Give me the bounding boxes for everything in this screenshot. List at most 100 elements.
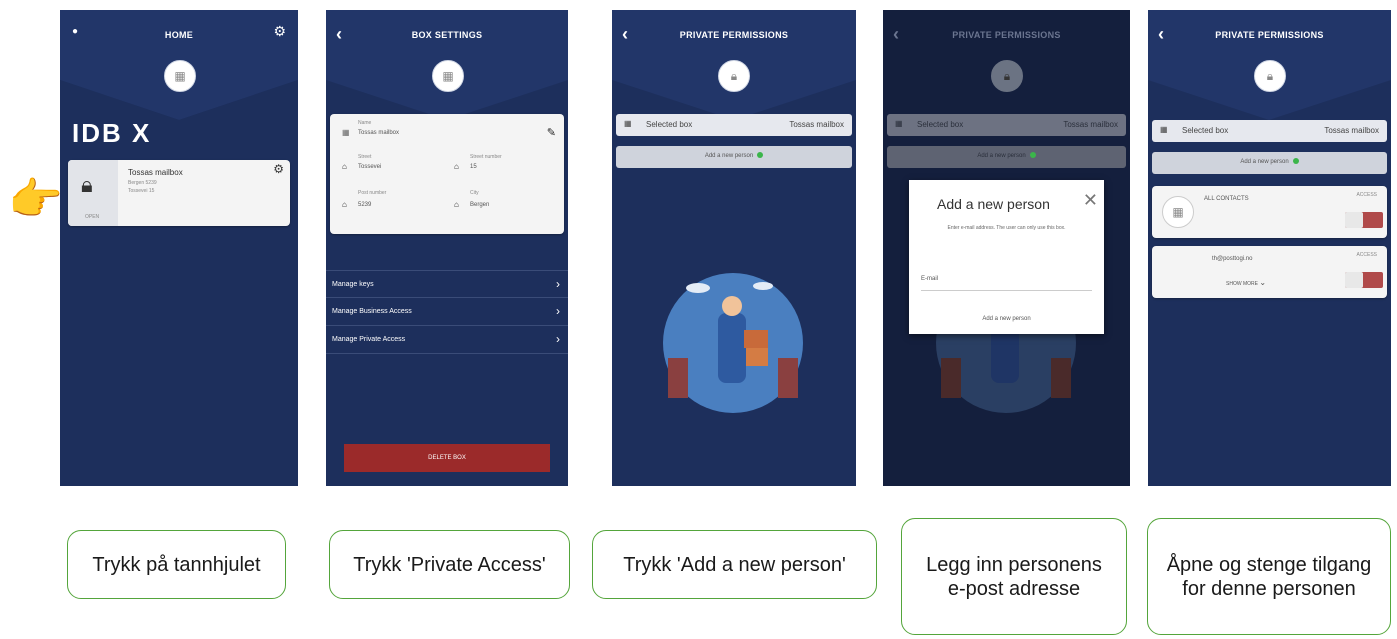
person-email: th@posttogi.no: [1212, 256, 1253, 262]
add-new-person-label: Add a new person: [977, 153, 1026, 159]
home-icon: ⌂: [342, 200, 347, 209]
chevron-right-icon: ›: [556, 304, 560, 318]
page-title: BOX SETTINGS: [411, 30, 483, 40]
menu-label: Manage Business Access: [332, 308, 412, 315]
selected-box-value: Tossas mailbox: [789, 120, 844, 129]
add-icon: [757, 152, 764, 159]
chevron-right-icon: ›: [556, 332, 560, 346]
menu-label: Manage Private Access: [332, 336, 406, 343]
street-number-value[interactable]: 15: [470, 164, 477, 170]
access-label: ACCESS: [1356, 192, 1377, 198]
show-more-button[interactable]: SHOW MORE ⌄: [1226, 278, 1266, 287]
screen-box-settings: ‹ BOX SETTINGS ▦ Name ▦ Tossas mailbox ✎…: [326, 10, 568, 486]
access-toggle[interactable]: [1345, 272, 1383, 288]
menu-label: Manage keys: [332, 281, 374, 288]
home-icon: ⌂: [454, 200, 459, 209]
contacts-icon: ▦: [1162, 196, 1194, 228]
screen-permissions-list: ‹ PRIVATE PERMISSIONS 🔒︎ ▦ Selected box …: [1148, 10, 1391, 486]
edit-icon[interactable]: ✎: [547, 126, 556, 139]
mailbox-name: Tossas mailbox: [128, 168, 183, 177]
box-icon-small: ▦: [624, 119, 632, 128]
top-bar: ‹ PRIVATE PERMISSIONS: [883, 10, 1130, 60]
caption-step-1: Trykk på tannhjulet: [67, 530, 286, 599]
modal-text: Enter e-mail address. The user can only …: [947, 225, 1066, 231]
email-field[interactable]: E-mail: [921, 276, 938, 282]
street-number-label: Street number: [470, 154, 502, 160]
top-bar: ‹ BOX SETTINGS: [326, 10, 568, 60]
gear-icon[interactable]: ⚙: [273, 23, 286, 40]
city-label: City: [470, 190, 479, 196]
lock-status: OPEN: [85, 214, 100, 220]
add-new-person-button[interactable]: Add a new person: [616, 146, 852, 168]
home-icon: ⌂: [454, 162, 459, 171]
delete-box-button[interactable]: DELETE BOX: [344, 444, 550, 472]
lock-panel[interactable]: 🔒︎ OPEN: [68, 160, 118, 226]
selected-box-row: ▦ Selected box Tossas mailbox: [887, 114, 1126, 136]
selected-box-row[interactable]: ▦ Selected box Tossas mailbox: [1152, 120, 1387, 142]
caption-step-2: Trykk 'Private Access': [329, 530, 570, 599]
menu-manage-keys[interactable]: Manage keys ›: [326, 270, 568, 298]
name-value[interactable]: Tossas mailbox: [358, 130, 399, 136]
page-title: PRIVATE PERMISSIONS: [952, 30, 1061, 40]
modal-add-button[interactable]: Add a new person: [909, 316, 1104, 322]
all-contacts-label: ALL CONTACTS: [1204, 196, 1249, 202]
lock-icon: 🔒︎: [718, 60, 750, 92]
box-icon-small: ▦: [895, 119, 903, 128]
selected-box-label: Selected box: [1182, 126, 1229, 135]
street-label: Street: [358, 154, 372, 160]
show-more-label: SHOW MORE: [1226, 281, 1258, 287]
access-label: ACCESS: [1356, 252, 1377, 258]
add-new-person-button[interactable]: Add a new person: [1152, 152, 1387, 174]
selected-box-label: Selected box: [917, 120, 964, 129]
delivery-illustration: [663, 273, 803, 413]
selected-box-value: Tossas mailbox: [1324, 126, 1379, 135]
close-icon[interactable]: ✕: [1083, 190, 1098, 211]
caption-step-3: Trykk 'Add a new person': [592, 530, 877, 599]
add-new-person-button: Add a new person: [887, 146, 1126, 168]
box-details-card: Name ▦ Tossas mailbox ✎ Street ⌂ Tosseve…: [330, 114, 564, 234]
box-icon: ▦: [432, 60, 464, 92]
top-bar: ‹ PRIVATE PERMISSIONS: [1148, 10, 1391, 60]
lock-icon: 🔒︎: [81, 172, 93, 197]
modal-title: Add a new person: [937, 196, 1050, 212]
name-label: Name: [358, 120, 372, 126]
chevron-right-icon: ›: [556, 277, 560, 291]
selected-box-row[interactable]: ▦ Selected box Tossas mailbox: [616, 114, 852, 136]
email-underline: [921, 290, 1092, 291]
all-contacts-row: ▦ ALL CONTACTS ACCESS: [1152, 186, 1387, 238]
post-value[interactable]: 5239: [358, 202, 371, 208]
post-label: Post number: [358, 190, 387, 196]
mailbox-card[interactable]: 🔒︎ OPEN Tossas mailbox Bergen 5239 Tosse…: [68, 160, 290, 226]
chevron-down-icon: ⌄: [1259, 278, 1267, 287]
mailbox-line1: Bergen 5239: [128, 180, 157, 186]
add-person-modal: Add a new person ✕ Enter e-mail address.…: [909, 180, 1104, 334]
page-title: HOME: [164, 30, 194, 40]
selected-box-label: Selected box: [646, 120, 693, 129]
add-new-person-label: Add a new person: [704, 153, 754, 159]
home-icon: ⌂: [342, 162, 347, 171]
menu-manage-business-access[interactable]: Manage Business Access ›: [326, 298, 568, 326]
screen-private-permissions: ‹ PRIVATE PERMISSIONS 🔒︎ ▦ Selected box …: [612, 10, 856, 486]
top-bar: ‹ PRIVATE PERMISSIONS: [612, 10, 856, 60]
lock-icon: 🔒︎: [991, 60, 1023, 92]
page-title: PRIVATE PERMISSIONS: [679, 30, 789, 40]
caption-step-5: Åpne og stenge tilgang for denne persone…: [1147, 518, 1391, 635]
caption-step-4: Legg inn personens e-post adresse: [901, 518, 1127, 635]
brand-logo: IDB X: [72, 118, 152, 148]
access-toggle[interactable]: [1345, 212, 1383, 228]
screen-add-person-modal: ‹ PRIVATE PERMISSIONS 🔒︎ ▦ Selected box …: [883, 10, 1130, 486]
menu-manage-private-access[interactable]: Manage Private Access ›: [326, 326, 568, 354]
page-title: PRIVATE PERMISSIONS: [1215, 30, 1324, 40]
box-icon-small: ▦: [1160, 125, 1168, 134]
card-gear-icon[interactable]: ⚙: [273, 162, 284, 176]
person-row: th@posttogi.no ACCESS SHOW MORE ⌄: [1152, 246, 1387, 298]
add-icon: [1029, 152, 1036, 159]
box-icon: ▦: [164, 60, 196, 92]
add-icon: [1292, 158, 1299, 165]
pointing-hand-icon: 👉: [8, 175, 63, 224]
mailbox-line2: Tossevei 15: [128, 188, 155, 194]
city-value[interactable]: Bergen: [470, 202, 489, 208]
box-icon-small: ▦: [342, 128, 350, 137]
street-value[interactable]: Tossevei: [358, 164, 381, 170]
selected-box-value: Tossas mailbox: [1063, 120, 1118, 129]
